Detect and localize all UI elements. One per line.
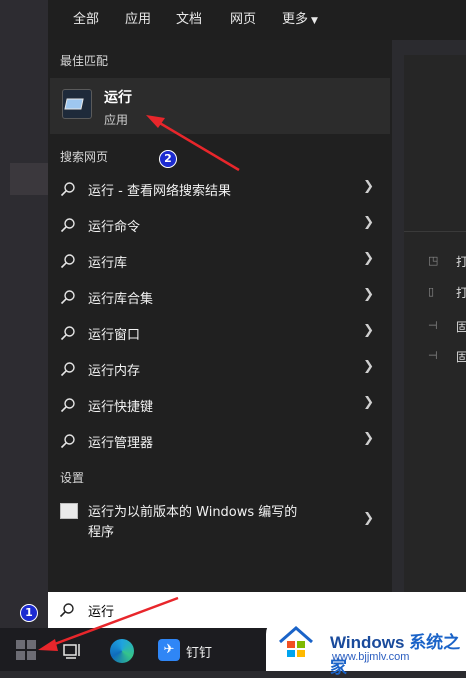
- web-result-label: 运行快捷键: [88, 400, 154, 415]
- edge-browser-icon[interactable]: [110, 639, 134, 663]
- search-filter-tabs: 全部 应用 文档 网页 更多 ▼: [48, 0, 466, 40]
- divider: [404, 231, 466, 232]
- search-icon: [60, 182, 75, 197]
- house-logo-icon: [279, 626, 313, 657]
- dingding-app-label[interactable]: 钉钉: [186, 642, 212, 661]
- preview-action-pin-taskbar[interactable]: ⊣ 固: [428, 347, 466, 367]
- tab-web[interactable]: 网页: [230, 8, 256, 27]
- best-match-subtitle: 应用: [104, 113, 129, 127]
- chevron-right-icon: ❯: [363, 323, 374, 338]
- web-result-label: 运行 - 查看网络搜索结果: [88, 184, 231, 199]
- web-search-header: 搜索网页: [60, 150, 109, 164]
- preview-action-label: 固: [456, 350, 466, 364]
- web-result-row[interactable]: 运行快捷键 ❯: [50, 387, 390, 423]
- caret-down-icon: ▼: [311, 16, 318, 26]
- chevron-right-icon: ❯: [363, 395, 374, 410]
- settings-header: 设置: [60, 471, 85, 485]
- task-view-icon[interactable]: [62, 640, 82, 660]
- chevron-right-icon: ❯: [363, 215, 374, 230]
- web-result-label: 运行库合集: [88, 292, 154, 307]
- tab-documents[interactable]: 文档: [176, 8, 202, 27]
- pin-icon: ⊣: [428, 319, 438, 332]
- search-icon: [60, 254, 75, 269]
- web-result-row[interactable]: 运行管理器 ❯: [50, 423, 390, 459]
- web-result-row[interactable]: 运行窗口 ❯: [50, 315, 390, 351]
- run-app-icon: [62, 89, 92, 119]
- chevron-right-icon: ❯: [363, 511, 374, 526]
- settings-result-line1: 运行为以前版本的 Windows 编写的: [88, 505, 298, 520]
- tab-more[interactable]: 更多 ▼: [282, 8, 318, 27]
- search-icon: [60, 290, 75, 305]
- web-result-row[interactable]: 运行内存 ❯: [50, 351, 390, 387]
- search-icon: [60, 434, 75, 449]
- best-match-header: 最佳匹配: [60, 54, 109, 68]
- web-result-label: 运行命令: [88, 220, 141, 235]
- preview-action-label: 打: [456, 255, 466, 269]
- web-result-label: 运行窗口: [88, 328, 141, 343]
- preview-action-label: 打: [456, 286, 466, 300]
- tab-more-label: 更多: [282, 12, 309, 27]
- web-result-label: 运行内存: [88, 364, 141, 379]
- chevron-right-icon: ❯: [363, 431, 374, 446]
- chevron-right-icon: ❯: [363, 359, 374, 374]
- windows-logo-tile: [16, 640, 25, 649]
- web-result-label: 运行管理器: [88, 436, 154, 451]
- preview-pane: ◳ 打 ▯ 打 ⊣ 固 ⊣ 固: [404, 55, 466, 592]
- windows-logo-tile: [27, 651, 36, 660]
- search-icon: [60, 326, 75, 341]
- pin-icon: ⊣: [428, 349, 438, 362]
- best-match-result[interactable]: [50, 78, 390, 134]
- chevron-right-icon: ❯: [363, 179, 374, 194]
- search-icon: [60, 398, 75, 413]
- windows-logo-tile: [27, 640, 36, 649]
- annotation-badge-2: 2: [159, 150, 177, 168]
- dingding-app-icon[interactable]: ✈: [158, 639, 180, 661]
- desktop-icon-fragment: [10, 163, 48, 195]
- annotation-badge-1: 1: [20, 604, 38, 622]
- compatibility-settings-icon: [60, 503, 78, 519]
- preview-action-label: 固: [456, 320, 466, 334]
- tab-all[interactable]: 全部: [73, 8, 99, 27]
- search-icon: [60, 218, 75, 233]
- watermark-url: www.bjjmlv.com: [332, 651, 410, 663]
- web-result-label: 运行库: [88, 256, 128, 271]
- folder-icon: ▯: [428, 285, 435, 298]
- watermark-brand-en: Windows: [330, 633, 405, 652]
- preview-action-open[interactable]: ◳ 打: [428, 252, 466, 272]
- search-icon: [59, 603, 74, 618]
- open-icon: ◳: [428, 254, 439, 267]
- best-match-title: 运行: [104, 90, 132, 106]
- watermark-logo: Windows 系统之家 www.bjjmlv.com: [266, 616, 466, 677]
- web-result-row[interactable]: 运行 - 查看网络搜索结果 ❯: [50, 171, 390, 207]
- web-result-row[interactable]: 运行库 ❯: [50, 243, 390, 279]
- settings-result-row[interactable]: 运行为以前版本的 Windows 编写的 程序 ❯: [50, 494, 390, 544]
- web-result-row[interactable]: 运行库合集 ❯: [50, 279, 390, 315]
- tab-apps[interactable]: 应用: [125, 8, 151, 27]
- chevron-right-icon: ❯: [363, 251, 374, 266]
- web-result-row[interactable]: 运行命令 ❯: [50, 207, 390, 243]
- preview-action-open-location[interactable]: ▯ 打: [428, 283, 466, 303]
- search-icon: [60, 362, 75, 377]
- desktop-background: [0, 0, 48, 628]
- search-input-value: 运行: [88, 605, 115, 620]
- windows-logo-tile: [16, 651, 25, 660]
- preview-action-pin-start[interactable]: ⊣ 固: [428, 317, 466, 337]
- chevron-right-icon: ❯: [363, 287, 374, 302]
- start-button[interactable]: [16, 640, 36, 660]
- settings-result-line2: 程序: [88, 525, 115, 540]
